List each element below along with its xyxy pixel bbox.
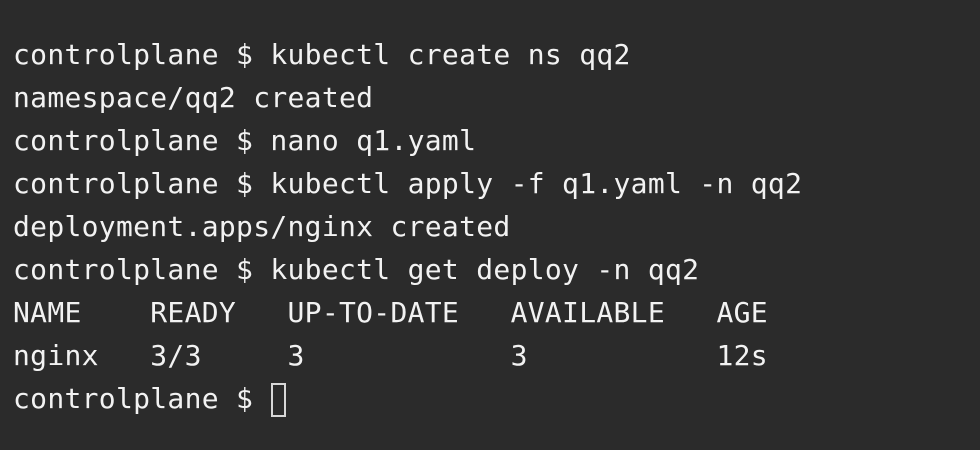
terminal-line-get-deploy-command: controlplane $ kubectl get deploy -n qq2 (13, 253, 700, 286)
terminal-line-apply-command: controlplane $ kubectl apply -f q1.yaml … (13, 167, 803, 200)
terminal-prompt: controlplane $ (13, 382, 271, 415)
terminal-line-create-ns-command: controlplane $ kubectl create ns qq2 (13, 38, 631, 71)
terminal-line-namespace-created-output: namespace/qq2 created (13, 81, 374, 114)
deploy-table-header: NAME READY UP-TO-DATE AVAILABLE AGE (13, 296, 768, 329)
terminal-window[interactable]: controlplane $ kubectl create ns qq2 nam… (0, 0, 980, 450)
terminal-line-nano-command: controlplane $ nano q1.yaml (13, 124, 477, 157)
terminal-cursor[interactable] (271, 383, 287, 417)
terminal-line-deployment-created-output: deployment.apps/nginx created (13, 210, 511, 243)
terminal-input-line[interactable]: controlplane $ (13, 377, 980, 420)
deploy-table-row-nginx: nginx 3/3 3 3 12s (13, 339, 768, 372)
